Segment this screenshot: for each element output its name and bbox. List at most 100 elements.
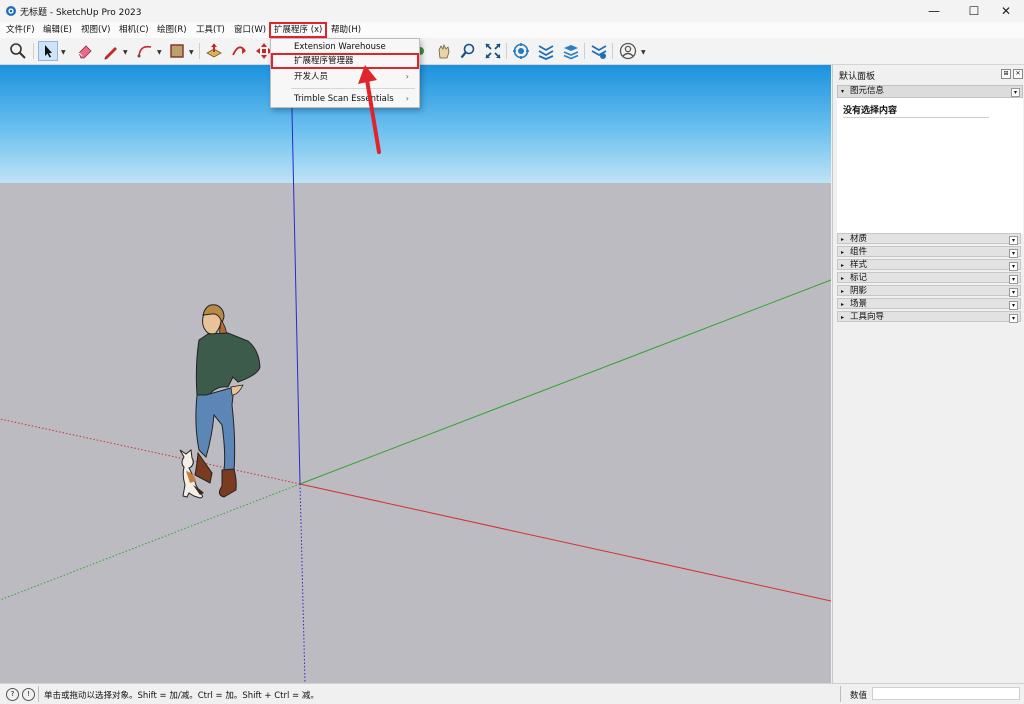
section-close-icon[interactable]: ▾ (1009, 236, 1018, 245)
extensions-dropdown-menu: Extension Warehouse 扩展程序管理器 开发人员 › Trimb… (270, 38, 420, 108)
section-close-icon[interactable]: ▾ (1009, 314, 1018, 323)
extension-warehouse-icon[interactable] (511, 41, 531, 61)
zoom-window-icon[interactable] (483, 41, 503, 61)
section-scenes[interactable]: ▸ 场景 ▾ (837, 298, 1021, 310)
blue-axis-hidden (299, 483, 306, 683)
menu-view[interactable]: 视图(V) (81, 22, 110, 38)
eraser-icon[interactable] (75, 41, 95, 61)
section-close-icon[interactable]: ▾ (1009, 301, 1018, 310)
window-title: 无标题 - SketchUp Pro 2023 (20, 8, 142, 18)
green-axis (299, 279, 831, 485)
menu-separator (291, 88, 415, 89)
section-close-icon[interactable]: ▾ (1009, 288, 1018, 297)
menu-bar: 文件(F) 编辑(E) 视图(V) 相机(C) 绘图(R) 工具(T) 窗口(W… (0, 22, 1024, 38)
section-label: 阴影 (850, 286, 868, 296)
red-axis-hidden (0, 418, 301, 485)
arc-icon[interactable] (135, 41, 155, 61)
menu-edit[interactable]: 编辑(E) (43, 22, 72, 38)
menu-item-developer[interactable]: 开发人员 › (271, 70, 419, 84)
section-materials[interactable]: ▸ 材质 ▾ (837, 233, 1021, 245)
menu-window[interactable]: 窗口(W) (234, 22, 266, 38)
close-button[interactable]: ✕ (988, 0, 1024, 22)
model-viewport[interactable] (0, 65, 831, 683)
section-close-icon[interactable]: ▾ (1011, 88, 1020, 97)
menu-item-label: 开发人员 (294, 72, 329, 82)
divider (843, 117, 989, 118)
divider (38, 686, 39, 702)
expand-icon: ▸ (841, 236, 845, 243)
highlight-box (271, 53, 419, 69)
account-dropdown-icon[interactable]: ▼ (641, 49, 646, 56)
measurements-input[interactable] (872, 687, 1020, 700)
collapse-icon: ▾ (841, 88, 845, 95)
default-tray-panel: 默认面板 ⊞ ✕ ▾ 图元信息 ▾ 没有选择内容 ▸ 材质 ▾ ▸ 组件 ▾ ▸… (832, 65, 1024, 683)
section-label: 材质 (850, 234, 868, 244)
section-label: 样式 (850, 260, 868, 270)
section-plane-icon[interactable] (536, 41, 556, 61)
section-label: 工具向导 (850, 312, 885, 322)
toolbar-separator (506, 43, 507, 59)
layers-icon[interactable] (561, 41, 581, 61)
toolbar-separator (612, 43, 613, 59)
menu-item-extension-warehouse[interactable]: Extension Warehouse (271, 40, 419, 54)
menu-item-label: Extension Warehouse (294, 42, 386, 52)
info-icon[interactable]: ! (22, 688, 35, 701)
menu-item-trimble-scan-essentials[interactable]: Trimble Scan Essentials › (271, 92, 419, 106)
entity-info-body: 没有选择内容 (837, 98, 1023, 234)
entity-info-label: 图元信息 (850, 86, 885, 96)
expand-icon: ▸ (841, 275, 845, 282)
menu-file[interactable]: 文件(F) (6, 22, 35, 38)
minimize-button[interactable]: — (916, 0, 952, 22)
geolocation-icon[interactable]: ? (6, 688, 19, 701)
pan-icon[interactable] (434, 41, 454, 61)
pin-panel-button[interactable]: ⊞ (1001, 69, 1011, 79)
pencil-line-icon[interactable] (101, 41, 121, 61)
scale-figure (194, 304, 261, 498)
select-arrow-icon[interactable] (38, 41, 58, 61)
shape-dropdown-icon[interactable]: ▼ (189, 49, 194, 56)
submenu-arrow-icon: › (405, 94, 409, 103)
section-instructor[interactable]: ▸ 工具向导 ▾ (837, 311, 1021, 323)
section-components[interactable]: ▸ 组件 ▾ (837, 246, 1021, 258)
scene-canvas[interactable] (0, 65, 831, 683)
toolbar: ▼ ▼ ▼ ▼ ▼ (0, 38, 1024, 65)
menu-help[interactable]: 帮助(H) (331, 22, 361, 38)
move-icon[interactable] (229, 41, 249, 61)
zoom-extents-icon[interactable] (8, 41, 28, 61)
expand-icon: ▸ (841, 249, 845, 256)
pencil-dropdown-icon[interactable]: ▼ (123, 49, 128, 56)
section-close-icon[interactable]: ▾ (1009, 262, 1018, 271)
shape-rectangle-icon[interactable] (167, 41, 187, 61)
red-axis (299, 483, 831, 602)
green-axis-hidden (0, 483, 301, 601)
submenu-arrow-icon: › (405, 72, 409, 81)
status-bar: ? ! 单击或拖动以选择对象。Shift = 加/减。Ctrl = 加。Shif… (0, 683, 1024, 704)
section-close-icon[interactable]: ▾ (1009, 249, 1018, 258)
maximize-button[interactable]: ☐ (956, 0, 992, 22)
push-pull-icon[interactable] (204, 41, 224, 61)
section-styles[interactable]: ▸ 样式 ▾ (837, 259, 1021, 271)
toolbar-separator (33, 43, 34, 59)
section-tags[interactable]: ▸ 标记 ▾ (837, 272, 1021, 284)
toolbar-separator (584, 43, 585, 59)
menu-extensions[interactable]: 扩展程序 (x) (269, 22, 328, 38)
expand-icon: ▸ (841, 314, 845, 321)
section-close-icon[interactable]: ▾ (1009, 275, 1018, 284)
arc-dropdown-icon[interactable]: ▼ (157, 49, 162, 56)
section-label: 场景 (850, 299, 868, 309)
section-shadows[interactable]: ▸ 阴影 ▾ (837, 285, 1021, 297)
entity-info-header[interactable]: ▾ 图元信息 ▾ (837, 85, 1023, 98)
menu-tools[interactable]: 工具(T) (196, 22, 225, 38)
menu-draw[interactable]: 绘图(R) (157, 22, 187, 38)
status-hint-text: 单击或拖动以选择对象。Shift = 加/减。Ctrl = 加。Shift + … (44, 691, 319, 701)
close-panel-button[interactable]: ✕ (1013, 69, 1023, 79)
zoom-icon[interactable] (458, 41, 478, 61)
measurements-label: 数值 (850, 691, 868, 701)
trimble-connect-icon[interactable] (589, 41, 609, 61)
menu-camera[interactable]: 相机(C) (119, 22, 149, 38)
expand-icon: ▸ (841, 301, 845, 308)
divider (840, 686, 841, 702)
account-icon[interactable] (618, 41, 638, 61)
blue-axis (290, 65, 301, 485)
select-dropdown-icon[interactable]: ▼ (61, 49, 66, 56)
